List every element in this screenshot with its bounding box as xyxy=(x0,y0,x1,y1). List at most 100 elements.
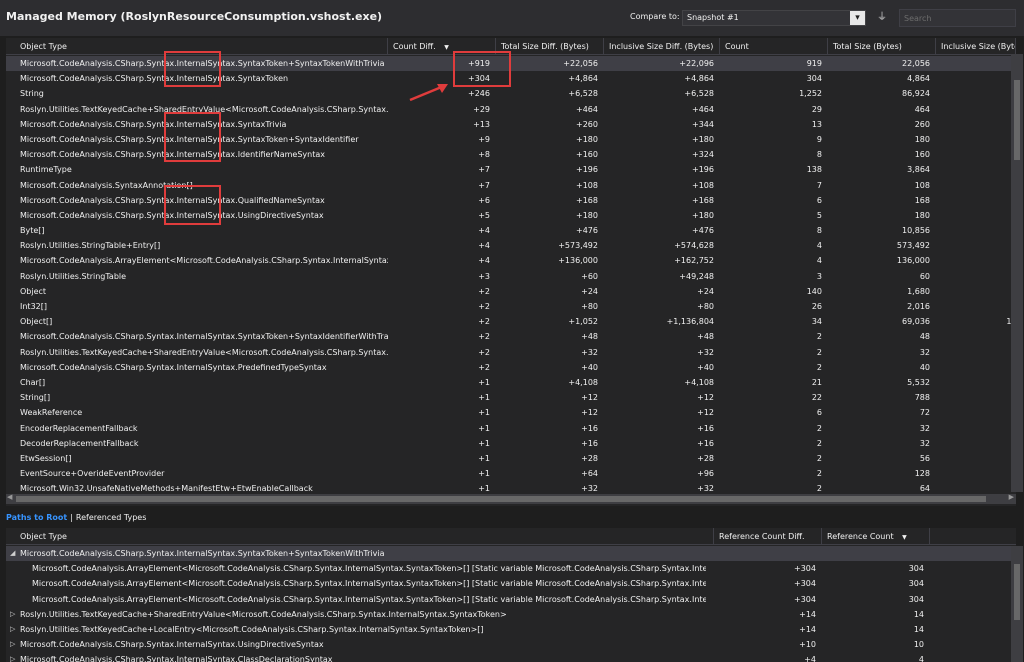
scroll-thumb[interactable] xyxy=(1014,80,1020,160)
col-object-type[interactable]: Object Type xyxy=(6,528,714,545)
cell-total-size: 48 xyxy=(919,332,930,342)
col-total-size[interactable]: Total Size (Bytes) xyxy=(828,38,936,55)
collapse-arrow-icon[interactable]: ◢ xyxy=(10,546,15,561)
col-total-size-diff[interactable]: Total Size Diff. (Bytes) xyxy=(496,38,604,55)
cell-object-type: Microsoft.CodeAnalysis.ArrayElement<Micr… xyxy=(20,256,388,266)
cell-count: 8 xyxy=(816,226,822,236)
filter-icon[interactable]: ⏚ xyxy=(873,10,891,26)
chevron-down-icon[interactable]: ▾ xyxy=(850,11,865,25)
scroll-right-icon[interactable]: ▶ xyxy=(1009,493,1014,501)
expand-arrow-icon[interactable]: ▷ xyxy=(10,652,15,662)
table-row[interactable]: Object[] +2 +1,052 +1,136,804 34 69,036 1, xyxy=(6,314,1016,329)
table-row[interactable]: Roslyn.Utilities.TextKeyedCache+SharedEn… xyxy=(6,102,1016,117)
tree-row[interactable]: ▷ Microsoft.CodeAnalysis.CSharp.Syntax.In… xyxy=(6,652,1016,662)
cell-total-size-diff: +16 xyxy=(581,438,598,448)
tree-row[interactable]: Microsoft.CodeAnalysis.ArrayElement<Micr… xyxy=(6,576,1016,591)
table-row[interactable]: Microsoft.CodeAnalysis.ArrayElement<Micr… xyxy=(6,253,1016,268)
cell-count: 3 xyxy=(816,271,822,281)
table-row[interactable]: WeakReference +1 +12 +12 6 72 xyxy=(6,405,1016,420)
table-row[interactable]: EventSource+OverideEventProvider +1 +64 +96… xyxy=(6,466,1016,481)
cell-object-type: Microsoft.CodeAnalysis.CSharp.Syntax.Int… xyxy=(20,640,324,650)
table-row[interactable]: Microsoft.CodeAnalysis.CSharp.Syntax.Int… xyxy=(6,208,1016,223)
col-inclusive-size-diff[interactable]: Inclusive Size Diff. (Bytes) xyxy=(604,38,720,55)
cell-reference-count: 304 xyxy=(908,594,924,604)
table-row[interactable]: Microsoft.CodeAnalysis.CSharp.Syntax.Int… xyxy=(6,193,1016,208)
scroll-left-icon[interactable]: ◀ xyxy=(7,493,12,501)
scroll-thumb[interactable] xyxy=(16,496,986,502)
search-input[interactable] xyxy=(899,9,1016,27)
cell-object-type: Int32[] xyxy=(20,302,47,311)
col-inclusive-size[interactable]: Inclusive Size (Bytes) xyxy=(936,38,1016,55)
tree-row[interactable]: Microsoft.CodeAnalysis.ArrayElement<Micr… xyxy=(6,561,1016,576)
table-row[interactable]: RuntimeType +7 +196 +196 138 3,864 xyxy=(6,162,1016,177)
table-row[interactable]: DecoderReplacementFallback +1 +16 +16 2 32 xyxy=(6,436,1016,451)
cell-inclusive-size: 1, xyxy=(936,314,1014,329)
cell-total-size: 108 xyxy=(914,180,930,190)
cell-inclusive-size-diff: +22,096 xyxy=(679,59,714,68)
tree-row[interactable]: Microsoft.CodeAnalysis.ArrayElement<Micr… xyxy=(6,592,1016,607)
table-row[interactable]: Int32[] +2 +80 +80 26 2,016 xyxy=(6,299,1016,314)
table-row[interactable]: EtwSession[] +1 +28 +28 2 56 xyxy=(6,451,1016,466)
sort-desc-icon: ▼ xyxy=(444,44,449,51)
cell-total-size-diff: +22,056 xyxy=(563,59,598,68)
table-row[interactable]: Microsoft.CodeAnalysis.CSharp.Syntax.Int… xyxy=(6,329,1016,344)
cell-total-size: 573,492 xyxy=(896,241,930,251)
cell-count-diff: +4 xyxy=(478,241,490,251)
paths-vertical-scrollbar[interactable] xyxy=(1011,546,1023,662)
col-count-diff[interactable]: Count Diff. ▼ xyxy=(388,38,496,55)
cell-count: 22 xyxy=(811,393,822,403)
table-row[interactable]: Char[] +1 +4,108 +4,108 21 5,532 xyxy=(6,375,1016,390)
tree-row[interactable]: ▷ Microsoft.CodeAnalysis.CSharp.Syntax.In… xyxy=(6,637,1016,652)
grid-vertical-scrollbar[interactable] xyxy=(1011,54,1023,492)
cell-count-diff: +8 xyxy=(478,150,490,160)
expand-arrow-icon[interactable]: ▷ xyxy=(10,622,15,637)
page-title: Managed Memory (RoslynResourceConsumptio… xyxy=(6,10,383,23)
expand-arrow-icon[interactable]: ▷ xyxy=(10,607,15,622)
table-row[interactable]: EncoderReplacementFallback +1 +16 +16 2 32 xyxy=(6,421,1016,436)
table-row[interactable]: Roslyn.Utilities.StringTable+Entry[] +4 +5… xyxy=(6,238,1016,253)
table-row[interactable]: Microsoft.CodeAnalysis.CSharp.Syntax.Int… xyxy=(6,360,1016,375)
tree-row[interactable]: ▷ Roslyn.Utilities.TextKeyedCache+SharedE… xyxy=(6,607,1016,622)
cell-count-diff: +2 xyxy=(478,347,490,357)
annotation-arrow-icon xyxy=(409,84,448,102)
cell-count: 1,252 xyxy=(799,89,822,99)
table-row[interactable]: Microsoft.CodeAnalysis.CSharp.Syntax.Int… xyxy=(6,132,1016,147)
tab-referenced-types[interactable]: Referenced Types xyxy=(76,513,146,522)
compare-dropdown[interactable]: Snapshot #1 ▾ xyxy=(682,10,866,26)
cell-reference-count-diff: +304 xyxy=(794,579,816,589)
col-object-type[interactable]: Object Type xyxy=(6,38,388,55)
table-row[interactable]: Roslyn.Utilities.StringTable +3 +60 +49,248… xyxy=(6,269,1016,284)
tree-row[interactable]: ▷ Roslyn.Utilities.TextKeyedCache+LocalEn… xyxy=(6,622,1016,637)
cell-total-size-diff: +573,492 xyxy=(558,241,598,251)
table-row[interactable]: Byte[] +4 +476 +476 8 10,856 xyxy=(6,223,1016,238)
table-row[interactable]: Roslyn.Utilities.TextKeyedCache+SharedEn… xyxy=(6,345,1016,360)
grid-rows: Microsoft.CodeAnalysis.CSharp.Syntax.Int… xyxy=(6,56,1016,496)
cell-count-diff: +4 xyxy=(478,256,490,266)
col-label: Reference Count Diff. xyxy=(719,532,805,541)
tree-row[interactable]: ◢ Microsoft.CodeAnalysis.CSharp.Syntax.In… xyxy=(6,546,1016,562)
cell-inclusive-size-diff: +12 xyxy=(697,393,714,403)
cell-inclusive-size-diff: +180 xyxy=(692,134,714,144)
tab-paths-to-root[interactable]: Paths to Root xyxy=(6,513,67,522)
cell-inclusive-size-diff: +48 xyxy=(697,332,714,342)
col-label: Count Diff. xyxy=(393,42,436,51)
cell-inclusive-size-diff: +108 xyxy=(692,180,714,190)
expand-arrow-icon[interactable]: ▷ xyxy=(10,637,15,652)
grid-horizontal-scrollbar[interactable]: ◀ ▶ xyxy=(6,493,1016,504)
table-row[interactable]: Microsoft.CodeAnalysis.CSharp.Syntax.Int… xyxy=(6,71,1016,86)
col-reference-count[interactable]: Reference Count ▼ xyxy=(822,528,930,545)
table-row[interactable]: Microsoft.CodeAnalysis.SyntaxAnnotation[… xyxy=(6,178,1016,193)
cell-total-size: 168 xyxy=(914,195,930,205)
col-count[interactable]: Count xyxy=(720,38,828,55)
table-row[interactable]: String +246 +6,528 +6,528 1,252 86,924 xyxy=(6,86,1016,101)
table-row[interactable]: Object +2 +24 +24 140 1,680 xyxy=(6,284,1016,299)
table-row[interactable]: Microsoft.CodeAnalysis.CSharp.Syntax.Int… xyxy=(6,147,1016,162)
cell-count-diff: +1 xyxy=(478,469,490,479)
scroll-thumb[interactable] xyxy=(1014,564,1020,620)
cell-count-diff: +7 xyxy=(478,180,490,190)
cell-count-diff: +5 xyxy=(478,210,490,220)
col-reference-count-diff[interactable]: Reference Count Diff. xyxy=(714,528,822,545)
table-row[interactable]: Microsoft.CodeAnalysis.CSharp.Syntax.Int… xyxy=(6,117,1016,132)
table-row[interactable]: Microsoft.CodeAnalysis.CSharp.Syntax.Int… xyxy=(6,56,1016,72)
table-row[interactable]: String[] +1 +12 +12 22 788 xyxy=(6,390,1016,405)
